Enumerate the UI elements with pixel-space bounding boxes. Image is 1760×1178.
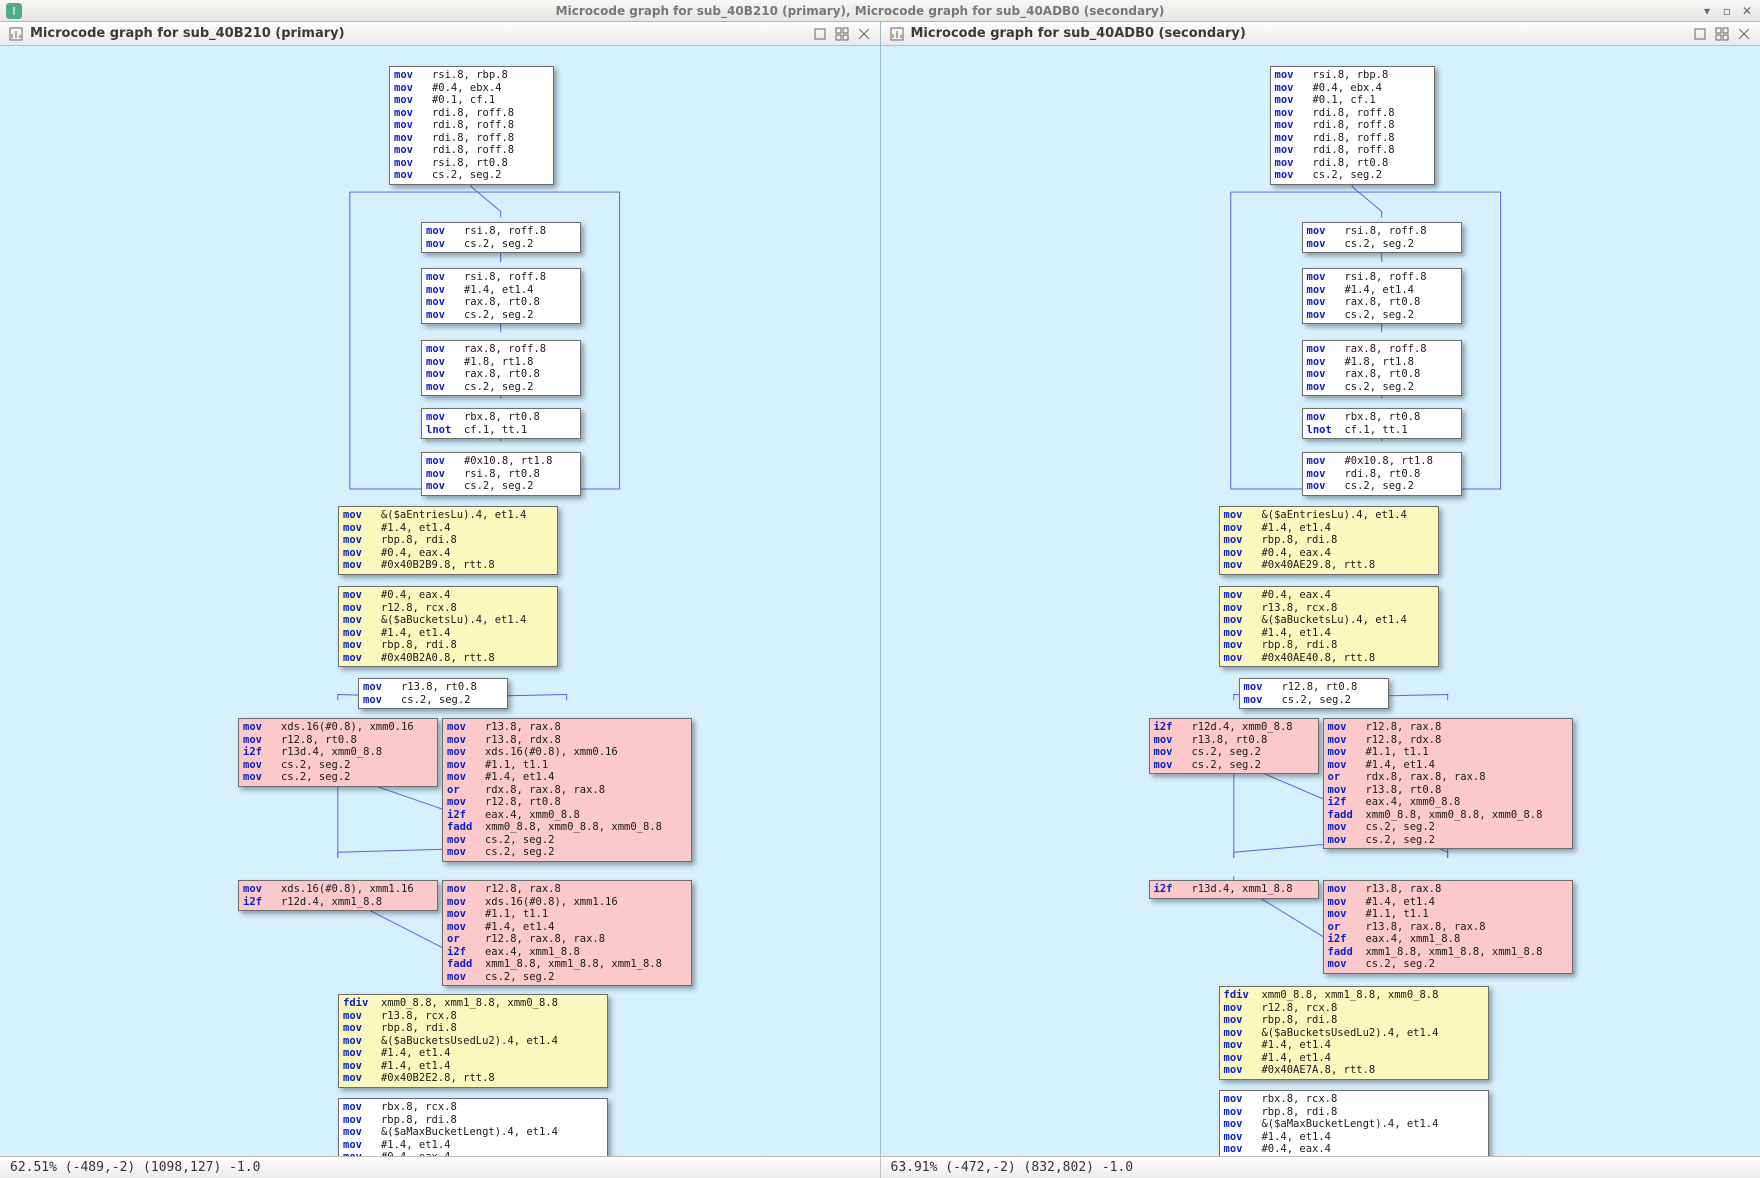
graph-node[interactable]: i2f r12d.4, xmm0_8.8 mov r13.8, rt0.8 mo… xyxy=(1149,718,1319,774)
graph-node[interactable]: mov rsi.8, roff.8 mov cs.2, seg.2 xyxy=(1302,222,1462,253)
graph-node[interactable]: mov xds.16(#0.8), xmm1.16 i2f r12d.4, xm… xyxy=(238,880,438,911)
graph-node[interactable]: mov r12.8, rax.8 mov r12.8, rdx.8 mov #1… xyxy=(1323,718,1573,849)
window-titlebar: I Microcode graph for sub_40B210 (primar… xyxy=(0,0,1760,22)
pane-primary: Microcode graph for sub_40B210 (primary)… xyxy=(0,22,881,1156)
graph-node[interactable]: mov #0x10.8, rt1.8 mov rsi.8, rt0.8 mov … xyxy=(421,452,581,496)
graph-node[interactable]: mov rsi.8, roff.8 mov #1.4, et1.4 mov ra… xyxy=(1302,268,1462,324)
close-icon[interactable]: ✕ xyxy=(1740,4,1754,18)
graph-canvas-secondary[interactable]: mov rsi.8, rbp.8 mov #0.4, ebx.4 mov #0.… xyxy=(881,46,1760,1156)
graph-node[interactable]: mov rbx.8, rt0.8 lnot cf.1, tt.1 xyxy=(1302,408,1462,439)
graph-node[interactable]: mov #0.4, eax.4 mov r12.8, rcx.8 mov &($… xyxy=(338,586,558,667)
detach-icon[interactable] xyxy=(812,26,828,42)
graph-node[interactable]: mov r12.8, rt0.8 mov cs.2, seg.2 xyxy=(1239,678,1389,709)
graph-node[interactable]: mov rsi.8, roff.8 mov #1.4, et1.4 mov ra… xyxy=(421,268,581,324)
graph-node[interactable]: mov xds.16(#0.8), xmm0.16 mov r12.8, rt0… xyxy=(238,718,438,787)
pane-secondary: Microcode graph for sub_40ADB0 (secondar… xyxy=(881,22,1760,1156)
graph-node[interactable]: mov rax.8, roff.8 mov #1.8, rt1.8 mov ra… xyxy=(421,340,581,396)
graph-node[interactable]: fdiv xmm0_8.8, xmm1_8.8, xmm0_8.8 mov r1… xyxy=(338,994,608,1088)
pane-header-secondary: Microcode graph for sub_40ADB0 (secondar… xyxy=(881,22,1760,46)
app-icon: I xyxy=(6,3,22,19)
graph-node[interactable]: mov rbx.8, rcx.8 mov rbp.8, rdi.8 mov &(… xyxy=(1219,1090,1489,1156)
status-bar: 62.51% (-489,-2) (1098,127) -1.0 63.91% … xyxy=(0,1156,1760,1178)
graph-node[interactable]: fdiv xmm0_8.8, xmm1_8.8, xmm0_8.8 mov r1… xyxy=(1219,986,1489,1080)
layout-icon[interactable] xyxy=(834,26,850,42)
graph-node[interactable]: mov r13.8, rax.8 mov r13.8, rdx.8 mov xd… xyxy=(442,718,692,862)
pane-header-primary: Microcode graph for sub_40B210 (primary) xyxy=(0,22,880,46)
graph-node[interactable]: i2f r13d.4, xmm1_8.8 xyxy=(1149,880,1319,899)
pane-title-secondary: Microcode graph for sub_40ADB0 (secondar… xyxy=(911,26,1246,41)
graph-node[interactable]: mov rsi.8, rbp.8 mov #0.4, ebx.4 mov #0.… xyxy=(1270,66,1435,185)
graph-icon xyxy=(889,26,905,42)
pane-container: Microcode graph for sub_40B210 (primary)… xyxy=(0,22,1760,1156)
status-primary: 62.51% (-489,-2) (1098,127) -1.0 xyxy=(0,1160,880,1175)
graph-node[interactable]: mov &($aEntriesLu).4, et1.4 mov #1.4, et… xyxy=(338,506,558,575)
maximize-icon[interactable]: ▫ xyxy=(1720,4,1734,18)
window-title: Microcode graph for sub_40B210 (primary)… xyxy=(26,4,1694,18)
graph-node[interactable]: mov r13.8, rt0.8 mov cs.2, seg.2 xyxy=(358,678,508,709)
graph-node[interactable]: mov rbx.8, rt0.8 lnot cf.1, tt.1 xyxy=(421,408,581,439)
minimize-icon[interactable]: ▾ xyxy=(1700,4,1714,18)
pane-close-icon[interactable] xyxy=(856,26,872,42)
graph-node[interactable]: mov r12.8, rax.8 mov xds.16(#0.8), xmm1.… xyxy=(442,880,692,986)
graph-node[interactable]: mov &($aEntriesLu).4, et1.4 mov #1.4, et… xyxy=(1219,506,1439,575)
graph-node[interactable]: mov rbx.8, rcx.8 mov rbp.8, rdi.8 mov &(… xyxy=(338,1098,608,1156)
graph-node[interactable]: mov rax.8, roff.8 mov #1.8, rt1.8 mov ra… xyxy=(1302,340,1462,396)
graph-node[interactable]: mov rsi.8, roff.8 mov cs.2, seg.2 xyxy=(421,222,581,253)
graph-node[interactable]: mov r13.8, rax.8 mov #1.4, et1.4 mov #1.… xyxy=(1323,880,1573,974)
graph-node[interactable]: mov #0x10.8, rt1.8 mov rdi.8, rt0.8 mov … xyxy=(1302,452,1462,496)
svg-text:I: I xyxy=(12,5,15,18)
layout-icon[interactable] xyxy=(1714,26,1730,42)
graph-icon xyxy=(8,26,24,42)
graph-node[interactable]: mov rsi.8, rbp.8 mov #0.4, ebx.4 mov #0.… xyxy=(389,66,554,185)
status-secondary: 63.91% (-472,-2) (832,802) -1.0 xyxy=(881,1160,1760,1175)
graph-node[interactable]: mov #0.4, eax.4 mov r13.8, rcx.8 mov &($… xyxy=(1219,586,1439,667)
detach-icon[interactable] xyxy=(1692,26,1708,42)
graph-canvas-primary[interactable]: mov rsi.8, rbp.8 mov #0.4, ebx.4 mov #0.… xyxy=(0,46,880,1156)
pane-title-primary: Microcode graph for sub_40B210 (primary) xyxy=(30,26,345,41)
pane-close-icon[interactable] xyxy=(1736,26,1752,42)
